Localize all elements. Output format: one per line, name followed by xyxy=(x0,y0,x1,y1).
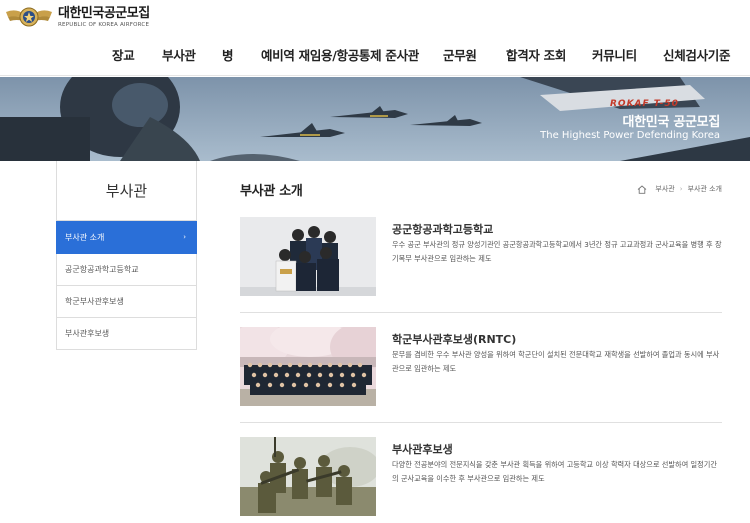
airforce-emblem-icon xyxy=(4,2,54,32)
site-header: 대한민국공군모집 REPUBLIC OF KOREA AIRFORCE 장교 부… xyxy=(0,0,750,76)
sidebar-heading: 부사관 xyxy=(56,161,197,221)
breadcrumb-current: 부사관 소개 xyxy=(687,185,722,193)
nav-community[interactable]: 커뮤니티 xyxy=(592,45,637,64)
program-description: 문무를 겸비한 우수 부사관 양성을 위하여 학군단이 설치된 전문대학교 재학… xyxy=(392,350,720,373)
sidebar-item-rntc[interactable]: 학군부사관후보생 xyxy=(56,286,197,318)
nav-officer[interactable]: 장교 xyxy=(112,45,135,64)
page-title: 부사관 소개 xyxy=(240,184,303,199)
main-navigation: 장교 부사관 병 예비역 재임용/항공통제 준사관 군무원 합격자 조회 커뮤니… xyxy=(0,45,750,63)
hero-subtitle: The Highest Power Defending Korea xyxy=(540,130,720,141)
hero-aircraft-marking: ROKAF T-50 xyxy=(610,99,679,109)
program-description: 다양한 전공분야의 전문지식을 갖춘 부사관 획득을 위하여 고등학교 이상 학… xyxy=(392,460,717,483)
nav-result-check[interactable]: 합격자 조회 xyxy=(506,45,566,64)
sidebar-item-label: 공군항공과학고등학교 xyxy=(65,265,139,274)
sidebar-item-aviation-high-school[interactable]: 공군항공과학고등학교 xyxy=(56,254,197,286)
nav-civilian[interactable]: 군무원 xyxy=(443,45,477,64)
program-photo xyxy=(240,437,376,516)
program-photo xyxy=(240,327,376,406)
nav-reserve-reappointment[interactable]: 예비역 재임용/항공통제 준사관 xyxy=(261,45,419,64)
breadcrumb: 부사관 › 부사관 소개 xyxy=(637,184,722,194)
program-title[interactable]: 부사관후보생 xyxy=(392,441,453,457)
sidebar: 부사관 부사관 소개 › 공군항공과학고등학교 학군부사관후보생 부사관후보생 xyxy=(56,161,197,350)
logo-title: 대한민국공군모집 xyxy=(58,5,150,21)
program-description: 우수 공군 부사관의 정규 양성기관인 공군항공과학고등학교에서 3년간 정규 … xyxy=(392,240,722,263)
sidebar-item-label: 학군부사관후보생 xyxy=(65,297,124,306)
logo-subtitle: REPUBLIC OF KOREA AIRFORCE xyxy=(58,21,150,28)
divider xyxy=(240,422,722,423)
nav-nco[interactable]: 부사관 xyxy=(162,45,196,64)
program-title[interactable]: 공군항공과학고등학교 xyxy=(392,221,493,237)
hero-title: 대한민국 공군모집 xyxy=(622,115,720,130)
sidebar-item-nco-intro[interactable]: 부사관 소개 › xyxy=(56,221,197,254)
nav-enlisted[interactable]: 병 xyxy=(222,45,234,64)
sidebar-item-nco-candidate[interactable]: 부사관후보생 xyxy=(56,318,197,350)
breadcrumb-separator-icon: › xyxy=(679,185,683,193)
sidebar-item-label: 부사관후보생 xyxy=(65,329,110,338)
divider xyxy=(240,312,722,313)
site-logo[interactable]: 대한민국공군모집 REPUBLIC OF KOREA AIRFORCE xyxy=(4,2,150,32)
breadcrumb-item[interactable]: 부사관 xyxy=(655,184,674,194)
program-entry-nco-candidate: 부사관후보생 다양한 전공분야의 전문지식을 갖춘 부사관 획득을 위하여 고등… xyxy=(240,437,722,517)
home-icon[interactable] xyxy=(637,184,647,194)
chevron-right-icon: › xyxy=(183,233,186,241)
nav-physical-standard[interactable]: 신체검사기준 xyxy=(663,45,731,64)
program-photo xyxy=(240,217,376,296)
program-entry-aviation-high-school: 공군항공과학고등학교 우수 공군 부사관의 정규 양성기관인 공군항공과학고등학… xyxy=(240,217,722,297)
program-title[interactable]: 학군부사관후보생(RNTC) xyxy=(392,331,516,347)
hero-banner: ROKAF T-50 대한민국 공군모집 The Highest Power D… xyxy=(0,77,750,161)
program-entry-rntc: 학군부사관후보생(RNTC) 문무를 겸비한 우수 부사관 양성을 위하여 학군… xyxy=(240,327,722,407)
sidebar-item-label: 부사관 소개 xyxy=(65,232,105,242)
